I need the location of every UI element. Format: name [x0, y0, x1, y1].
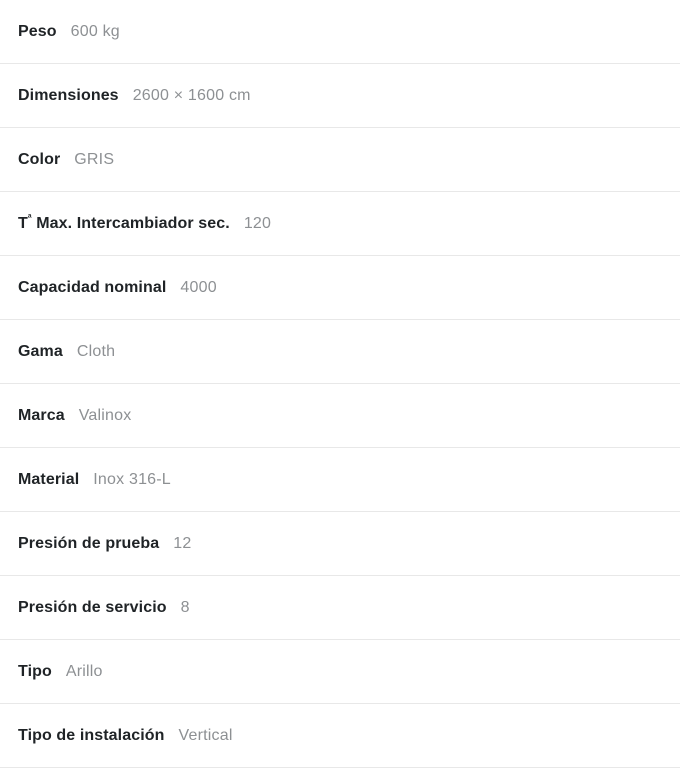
spec-row: Presión de prueba 12: [0, 512, 680, 576]
spec-row: Tipo Arillo: [0, 640, 680, 704]
spec-label: Tipo: [18, 662, 52, 680]
spec-value: Inox 316-L: [93, 470, 171, 488]
spec-label: Presión de prueba: [18, 534, 160, 552]
spec-row: Material Inox 316-L: [0, 448, 680, 512]
spec-value: Arillo: [65, 662, 103, 680]
spec-value: 8: [180, 598, 190, 616]
spec-value: 12: [173, 534, 192, 552]
spec-value: 120: [243, 214, 272, 232]
spec-label: Marca: [18, 406, 65, 424]
spec-value: 4000: [180, 278, 217, 296]
spec-row: Capacidad nominal 4000: [0, 256, 680, 320]
spec-row: Presión de servicio 8: [0, 576, 680, 640]
spec-row: Dimensiones 2600 × 1600 cm: [0, 64, 680, 128]
spec-label-rest: Max. Intercambiador sec.: [31, 214, 230, 232]
spec-value: 600 kg: [70, 22, 120, 40]
spec-value: 2600 × 1600 cm: [132, 86, 251, 104]
spec-value: Cloth: [76, 342, 116, 360]
spec-label: Tª Max. Intercambiador sec.: [18, 214, 230, 233]
specification-list: Peso 600 kg Dimensiones 2600 × 1600 cm C…: [0, 0, 680, 768]
spec-label: Tipo de instalación: [18, 726, 165, 744]
spec-value: Valinox: [78, 406, 132, 424]
spec-label: Peso: [18, 22, 57, 40]
spec-row: Peso 600 kg: [0, 0, 680, 64]
spec-value: Vertical: [178, 726, 233, 744]
spec-label-base: T: [18, 214, 28, 232]
spec-row: Tipo de instalación Vertical: [0, 704, 680, 768]
spec-label: Dimensiones: [18, 86, 119, 104]
spec-label: Presión de servicio: [18, 598, 167, 616]
spec-row: Marca Valinox: [0, 384, 680, 448]
spec-label: Material: [18, 470, 80, 488]
spec-row: Tª Max. Intercambiador sec. 120: [0, 192, 680, 256]
spec-row: Gama Cloth: [0, 320, 680, 384]
spec-label: Color: [18, 150, 61, 168]
spec-row: Color GRIS: [0, 128, 680, 192]
spec-label: Capacidad nominal: [18, 278, 167, 296]
spec-label: Gama: [18, 342, 63, 360]
spec-value: GRIS: [74, 150, 115, 168]
